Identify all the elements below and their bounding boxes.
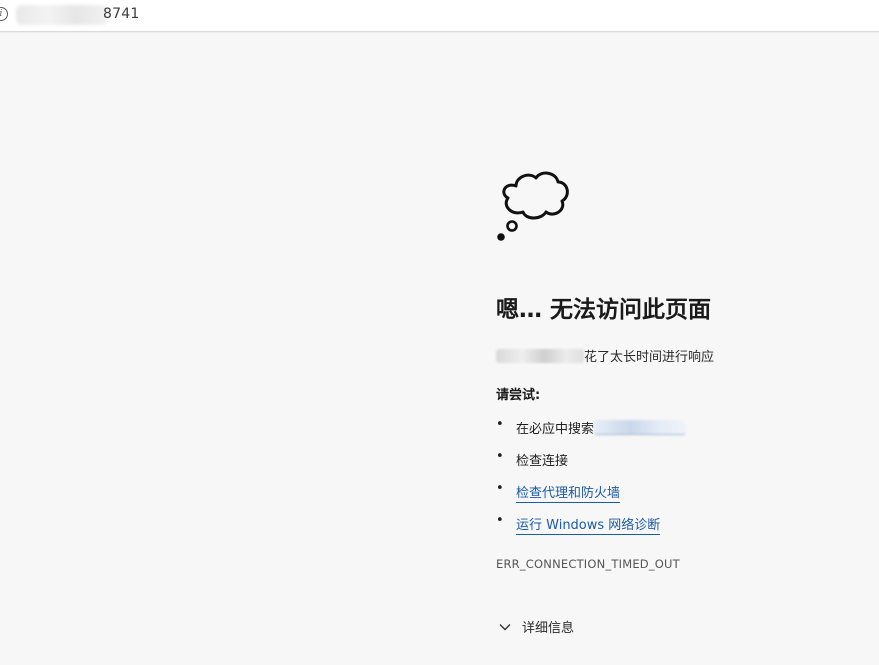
url-text[interactable]: 8741 xyxy=(103,6,139,22)
details-toggle[interactable]: 详细信息 xyxy=(498,617,574,636)
bullet: • xyxy=(496,481,504,496)
error-code: ERR_CONNECTION_TIMED_OUT xyxy=(496,557,680,571)
subtitle-text: 花了太长时间进行响应 xyxy=(584,350,715,365)
bullet: • xyxy=(496,449,504,464)
suggestion-check-connection-label: 检查连接 xyxy=(516,454,569,469)
bullet: • xyxy=(496,513,504,528)
info-icon[interactable]: i xyxy=(0,7,8,21)
page-title: 嗯… 无法访问此页面 xyxy=(496,297,712,323)
chevron-down-icon xyxy=(499,624,511,631)
try-label: 请尝试: xyxy=(496,388,541,403)
suggestion-search-label: 在必应中搜索 xyxy=(516,422,595,437)
network-diagnostics-link[interactable]: 运行 Windows 网络诊断 xyxy=(516,518,661,535)
url-redacted xyxy=(16,5,108,25)
error-subtitle: 花了太长时间进行响应 xyxy=(496,346,714,365)
address-bar[interactable]: i 8741 xyxy=(0,0,879,32)
proxy-firewall-link[interactable]: 检查代理和防火墙 xyxy=(516,486,621,503)
search-link-redacted[interactable] xyxy=(594,420,687,435)
host-redacted xyxy=(496,349,584,363)
thought-cloud-icon xyxy=(497,171,569,241)
bullet: • xyxy=(496,417,504,432)
details-label: 详细信息 xyxy=(522,621,575,636)
